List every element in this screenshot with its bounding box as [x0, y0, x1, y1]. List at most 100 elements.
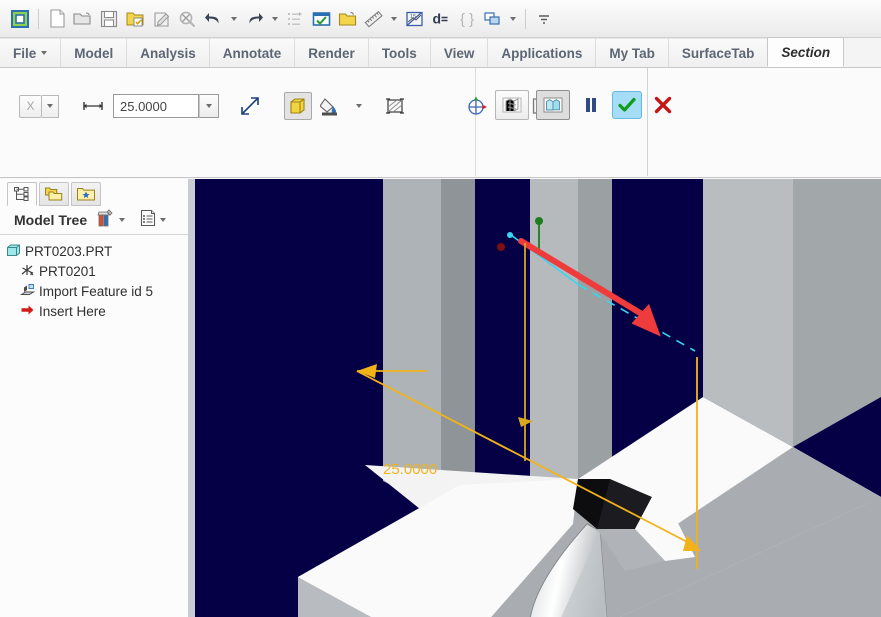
new-icon[interactable]	[45, 7, 69, 31]
toolbar-separator-1	[38, 8, 39, 29]
favorites-tab[interactable]	[71, 182, 101, 206]
cancel-button[interactable]	[649, 91, 677, 119]
tab-my-tab[interactable]: My Tab	[595, 38, 669, 67]
hatch-fill-dropdown-caret-icon[interactable]	[352, 94, 365, 118]
tree-item-datum[interactable]: PRT0201	[6, 261, 193, 281]
datum-csys-icon	[20, 263, 35, 280]
edit-icon[interactable]	[149, 7, 173, 31]
offset-value-input[interactable]: 25.0000	[113, 94, 199, 118]
preview-controls-row	[495, 90, 677, 120]
navigator-pane: Model Tree PRT0203.PRT PRT0201 Import Fe…	[0, 179, 194, 617]
preview-shaded-button[interactable]	[536, 90, 570, 120]
ribbon-panel: X 25.0000	[0, 68, 881, 242]
tree-item-import-feature-label: Import Feature id 5	[39, 283, 154, 299]
overflow-icon[interactable]	[532, 7, 556, 31]
model-tree: PRT0203.PRT PRT0201 Import Feature id 5 …	[0, 235, 193, 321]
graphics-viewport[interactable]: 25.0000	[195, 179, 881, 617]
tab-analysis[interactable]: Analysis	[126, 38, 210, 67]
undo-icon[interactable]	[201, 7, 225, 31]
regenerate-list-icon[interactable]	[283, 7, 307, 31]
model-tree-tab[interactable]	[7, 182, 37, 206]
tab-render[interactable]: Render	[294, 38, 369, 67]
tab-view-label: View	[443, 45, 475, 61]
part-icon	[6, 243, 21, 260]
tab-my-tab-label: My Tab	[609, 45, 655, 61]
tab-section-label: Section	[781, 44, 831, 60]
hatch-fill-button[interactable]	[318, 92, 346, 120]
redo-dropdown-caret-icon[interactable]	[268, 7, 281, 31]
tab-surface-tab[interactable]: SurfaceTab	[667, 38, 769, 67]
offset-value-dropdown-caret-icon[interactable]	[199, 94, 219, 118]
tree-filters-caret-icon[interactable]	[119, 218, 126, 222]
windows-icon[interactable]	[480, 7, 504, 31]
tree-item-part-label: PRT0203.PRT	[25, 243, 113, 259]
tab-file-label: File	[13, 45, 37, 61]
windows-dropdown-caret-icon[interactable]	[506, 7, 519, 31]
flip-direction-icon[interactable]	[236, 92, 264, 120]
svg-text:{ }: { }	[460, 11, 474, 28]
tree-item-part[interactable]: PRT0203.PRT	[6, 241, 193, 261]
tree-filters-icon[interactable]	[96, 208, 116, 233]
preview-wireframe-button[interactable]	[495, 90, 529, 120]
model-tree-title: Model Tree	[14, 212, 88, 228]
tab-view[interactable]: View	[429, 38, 489, 67]
redo-icon[interactable]	[242, 7, 266, 31]
folder-star-icon	[77, 188, 95, 201]
tab-section[interactable]: Section	[767, 37, 845, 67]
tree-display-caret-icon[interactable]	[160, 218, 167, 222]
dimension-icon[interactable]: d	[428, 7, 452, 31]
hatch-pattern-icon[interactable]	[381, 92, 409, 120]
model-3d-view	[298, 179, 881, 617]
tab-analysis-label: Analysis	[140, 45, 196, 61]
measure-dropdown-caret-icon[interactable]	[387, 7, 400, 31]
plane-reference-button[interactable]: X	[19, 94, 42, 118]
tree-display-icon[interactable]	[139, 208, 157, 233]
folder-browser-tab[interactable]	[39, 182, 69, 206]
measure-icon[interactable]	[361, 7, 385, 31]
open-folder-icon[interactable]	[335, 7, 359, 31]
tab-applications[interactable]: Applications	[487, 38, 597, 67]
undo-dropdown-caret-icon[interactable]	[227, 7, 240, 31]
model-tree-header: Model Tree	[0, 206, 193, 235]
tab-annotate[interactable]: Annotate	[208, 38, 296, 67]
analysis-icon[interactable]: 15	[402, 7, 426, 31]
tab-model-label: Model	[74, 45, 114, 61]
chevron-down-icon	[41, 51, 48, 55]
tab-model[interactable]: Model	[60, 38, 128, 67]
tree-item-insert-here-label: Insert Here	[39, 303, 106, 319]
pause-icon[interactable]	[577, 91, 605, 119]
tree-item-insert-here[interactable]: Insert Here	[6, 301, 193, 321]
accept-button[interactable]	[612, 91, 642, 119]
solid-section-button[interactable]	[284, 92, 312, 120]
quick-access-toolbar: 15 d { }	[0, 0, 881, 38]
pane-splitter[interactable]	[188, 179, 195, 617]
insert-here-arrow-icon	[20, 303, 35, 320]
tab-tools[interactable]: Tools	[367, 38, 431, 67]
section-settings-group: X 25.0000	[9, 68, 554, 176]
ribbon-tab-bar: File Model Analysis Annotate Render Tool…	[0, 37, 881, 68]
tab-applications-label: Applications	[501, 45, 583, 61]
print-preview-icon[interactable]	[175, 7, 199, 31]
app-logo-icon[interactable]	[8, 7, 32, 31]
tab-tools-label: Tools	[381, 45, 417, 61]
tab-surface-tab-label: SurfaceTab	[681, 45, 755, 61]
tab-file[interactable]: File	[0, 38, 62, 67]
dimension-value-label[interactable]: 25.0000	[383, 461, 437, 478]
tree-item-import-feature[interactable]: Import Feature id 5	[6, 281, 193, 301]
save-icon[interactable]	[97, 7, 121, 31]
relations-icon[interactable]: { }	[454, 7, 478, 31]
tab-annotate-label: Annotate	[222, 45, 282, 61]
folder-stack-icon	[45, 187, 63, 201]
open-icon[interactable]	[71, 7, 95, 31]
save-as-icon[interactable]	[123, 7, 147, 31]
svg-text:d: d	[432, 10, 441, 26]
check-window-icon[interactable]	[309, 7, 333, 31]
tab-render-label: Render	[308, 45, 355, 61]
tree-item-datum-label: PRT0201	[39, 263, 96, 279]
toolbar-separator-2	[525, 8, 526, 29]
section-preview-group	[477, 68, 672, 176]
model-tree-icon	[14, 187, 29, 201]
import-feature-icon	[19, 283, 36, 300]
creo-application-window: 15 d { } File Model Analysis Annotate Re…	[0, 0, 881, 617]
plane-reference-dropdown-caret-icon[interactable]	[42, 94, 59, 118]
